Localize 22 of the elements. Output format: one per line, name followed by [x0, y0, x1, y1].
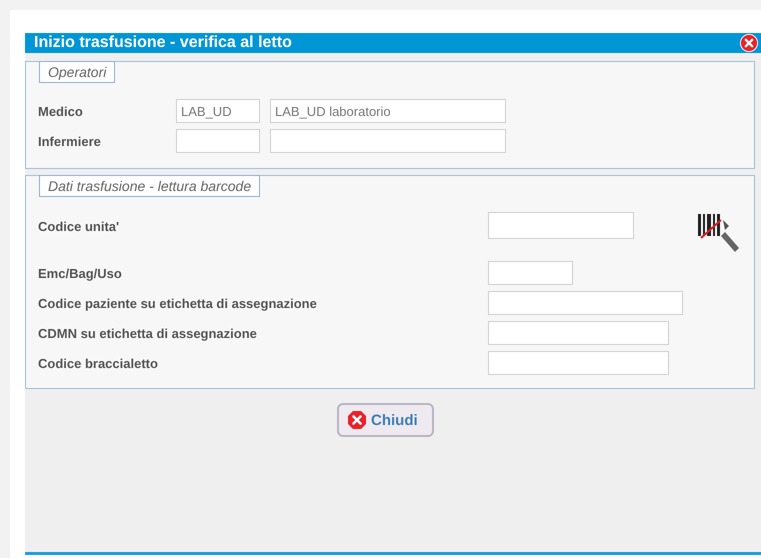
close-button[interactable]: Chiudi: [337, 403, 434, 437]
field-label: Medico: [38, 104, 84, 118]
input-field[interactable]: [488, 291, 683, 315]
code-field[interactable]: LAB_UD: [176, 99, 260, 123]
name-field[interactable]: LAB_UD laboratorio: [270, 99, 506, 123]
input-field[interactable]: [488, 261, 573, 285]
window-title: Inizio trasfusione - verifica al letto: [34, 34, 292, 52]
close-icon: [347, 410, 367, 430]
code-field[interactable]: [176, 129, 260, 153]
field-label: Emc/Bag/Uso: [38, 266, 123, 280]
input-field[interactable]: [488, 321, 669, 345]
input-field[interactable]: [488, 351, 669, 375]
section-legend: Dati trasfusione - lettura barcode: [39, 175, 260, 197]
field-label: CDMN su etichetta di assegnazione: [38, 326, 258, 340]
section-legend: Operatori: [39, 61, 116, 83]
field-label: Codice paziente su etichetta di assegnazione: [38, 296, 318, 310]
field-label: Infermiere: [38, 134, 102, 148]
field-label: Codice braccialetto: [38, 356, 159, 370]
field-label: Codice unita': [38, 219, 120, 234]
name-field[interactable]: [270, 129, 506, 153]
input-field[interactable]: [488, 212, 634, 239]
close-icon[interactable]: [740, 34, 758, 52]
